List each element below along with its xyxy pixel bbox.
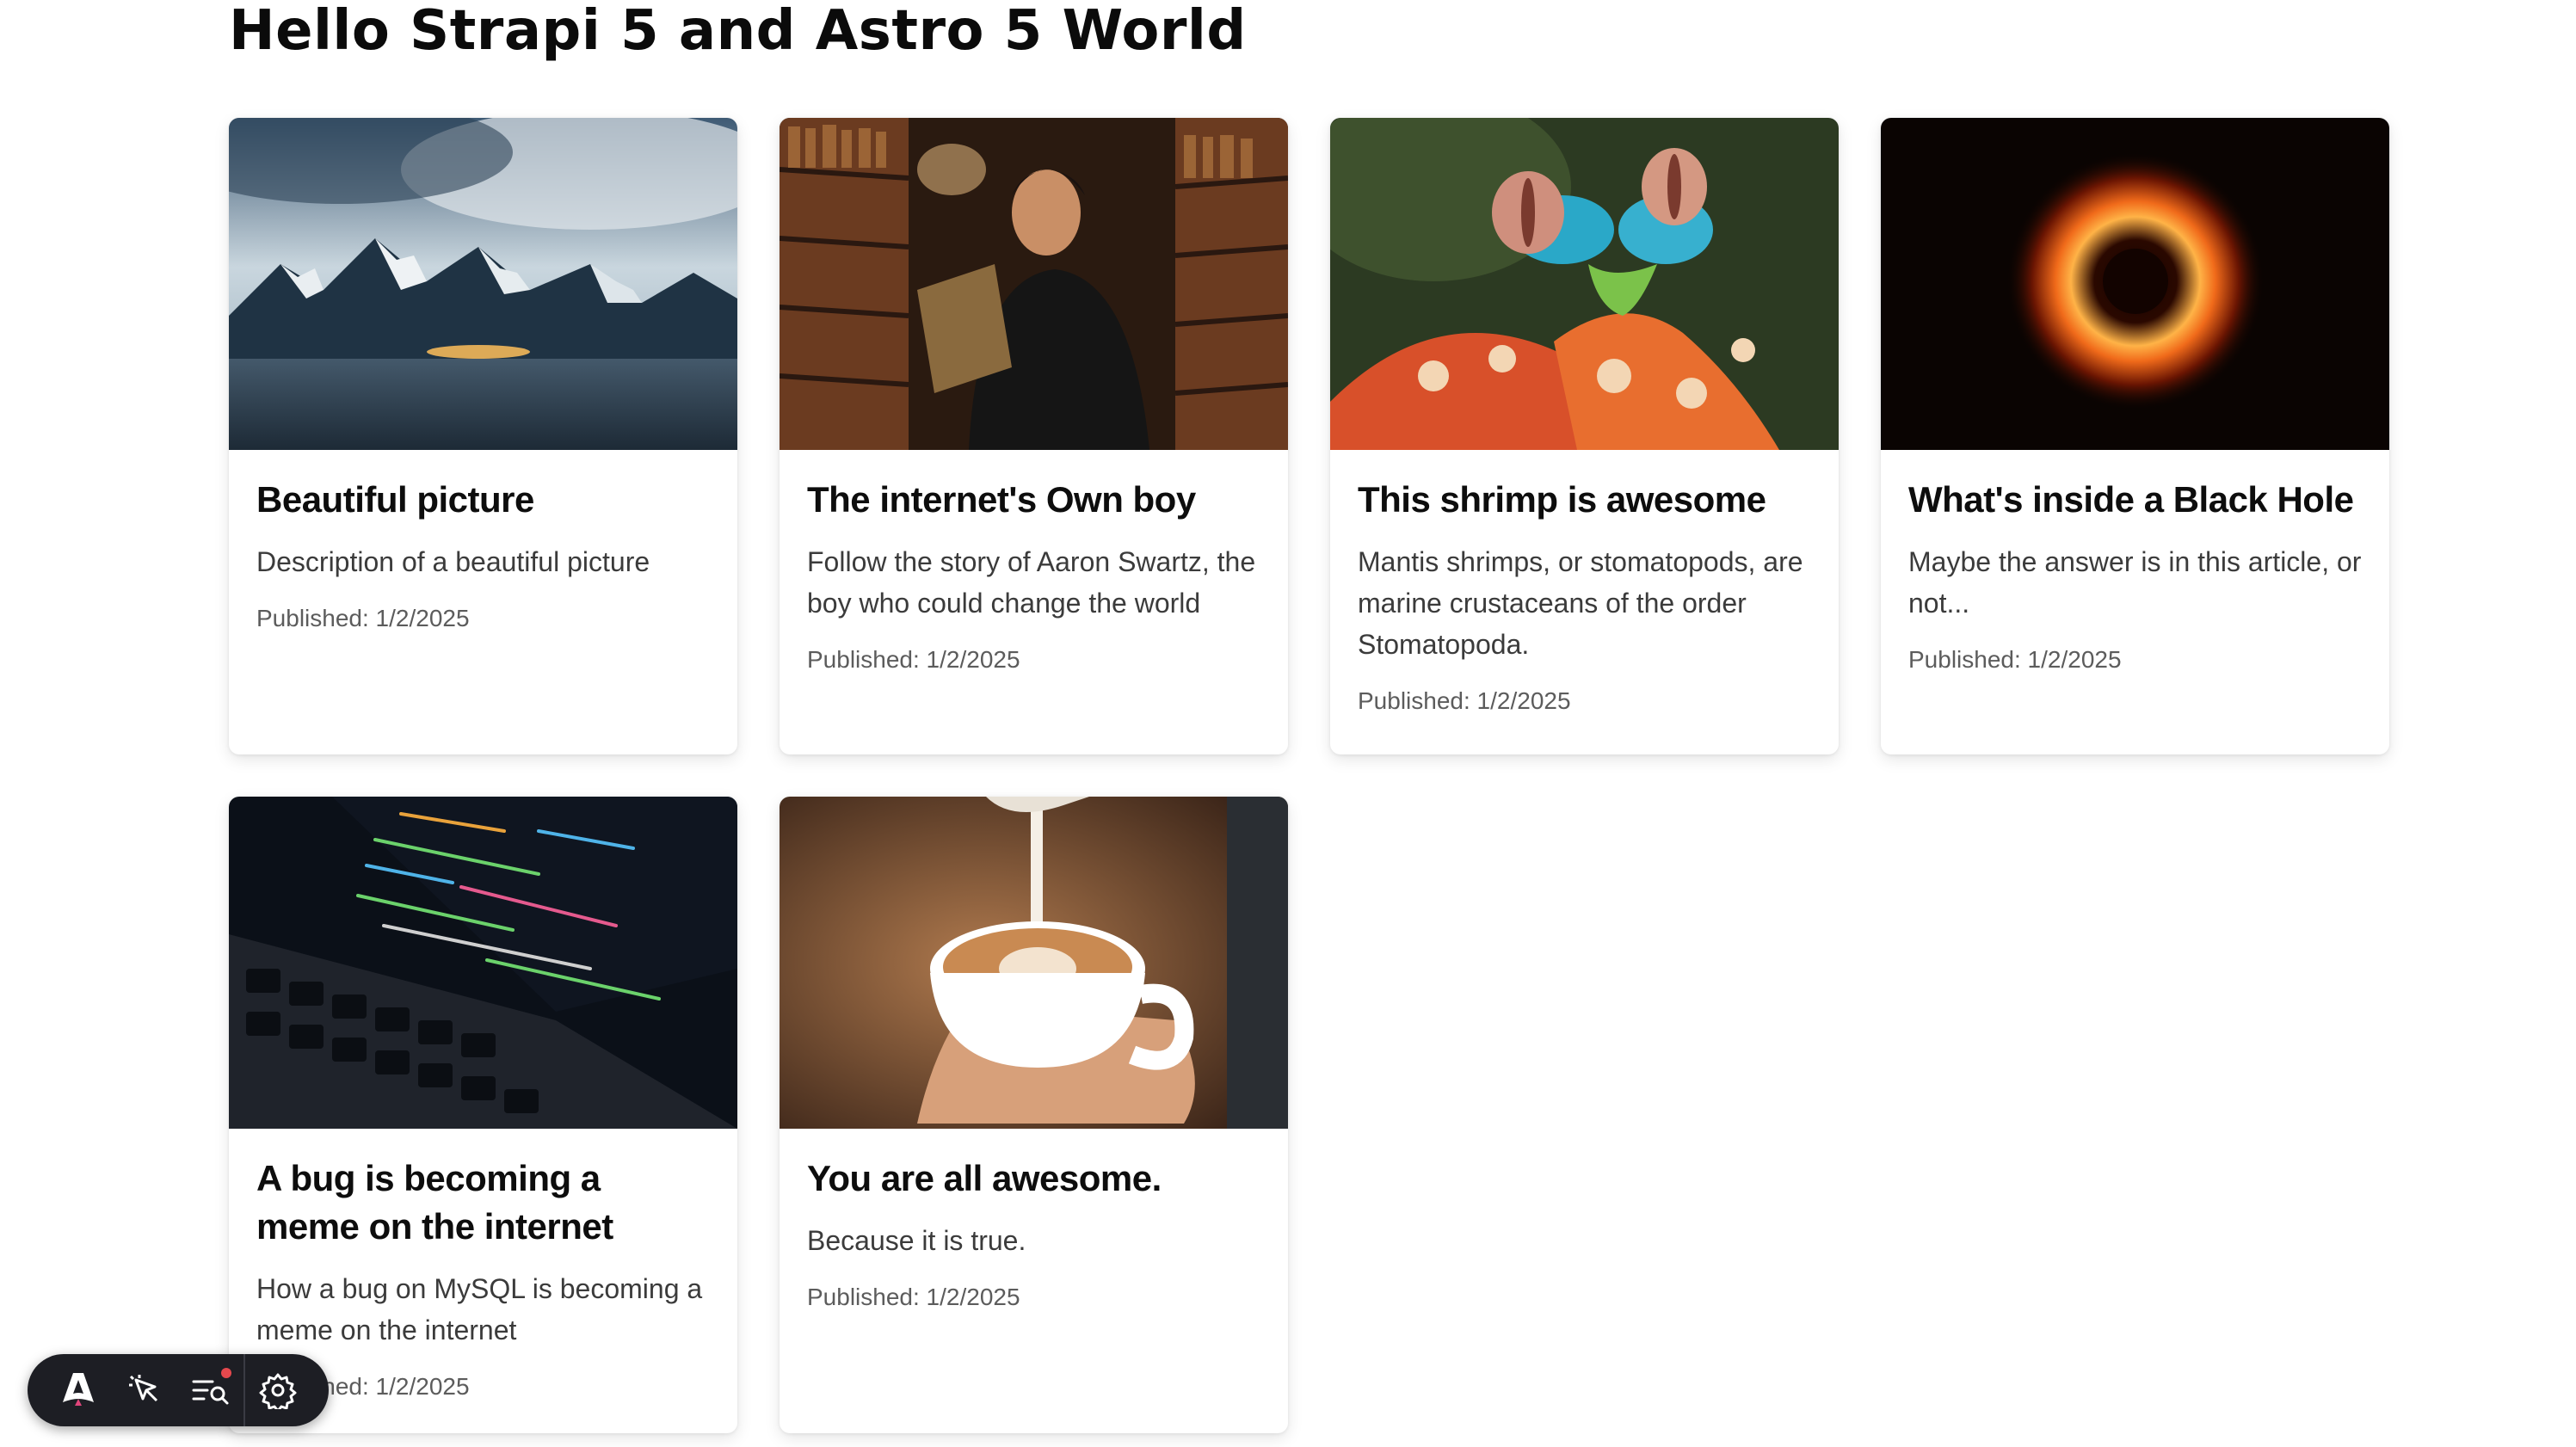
article-card[interactable]: You are all awesome. Because it is true.…	[780, 797, 1288, 1433]
article-image-black-hole	[1881, 118, 2389, 450]
astro-logo-icon[interactable]	[45, 1354, 111, 1426]
article-card[interactable]: A bug is becoming a meme on the internet…	[229, 797, 737, 1433]
article-card[interactable]: This shrimp is awesome Mantis shrimps, o…	[1330, 118, 1839, 754]
article-published-date: Published: 1/2/2025	[807, 646, 1020, 673]
article-image-mountain	[229, 118, 737, 450]
page-title: Hello Strapi 5 and Astro 5 World	[229, 0, 1247, 63]
dev-toolbar	[28, 1354, 329, 1426]
article-description: Maybe the answer is in this article, or …	[1908, 546, 2362, 619]
settings-gear-icon[interactable]	[245, 1354, 311, 1426]
article-published-date: Published: 1/2/2025	[256, 605, 470, 631]
article-title[interactable]: This shrimp is awesome	[1358, 476, 1811, 524]
article-title[interactable]: Beautiful picture	[256, 476, 710, 524]
article-published-date: Published: 1/2/2025	[807, 1284, 1020, 1310]
article-description: Description of a beautiful picture	[256, 546, 650, 577]
article-description: Mantis shrimps, or stomatopods, are mari…	[1358, 546, 1803, 660]
audit-list-icon[interactable]	[177, 1354, 243, 1426]
article-title[interactable]: You are all awesome.	[807, 1155, 1260, 1203]
notification-dot	[221, 1368, 232, 1378]
inspect-cursor-icon[interactable]	[111, 1354, 177, 1426]
article-title[interactable]: The internet's Own boy	[807, 476, 1260, 524]
article-title[interactable]: A bug is becoming a meme on the internet	[256, 1155, 710, 1251]
article-description: Follow the story of Aaron Swartz, the bo…	[807, 546, 1256, 619]
article-card[interactable]: Beautiful picture Description of a beaut…	[229, 118, 737, 754]
article-image-laptop	[229, 797, 737, 1129]
article-published-date: Published: 1/2/2025	[1358, 687, 1571, 714]
article-image-library	[780, 118, 1288, 450]
article-image-latte	[780, 797, 1288, 1129]
article-image-shrimp	[1330, 118, 1839, 450]
article-card[interactable]: The internet's Own boy Follow the story …	[780, 118, 1288, 754]
article-description: Because it is true.	[807, 1225, 1026, 1256]
article-grid: Beautiful picture Description of a beaut…	[229, 118, 2389, 1433]
article-title[interactable]: What's inside a Black Hole	[1908, 476, 2362, 524]
article-published-date: Published: 1/2/2025	[1908, 646, 2122, 673]
article-description: How a bug on MySQL is becoming a meme on…	[256, 1273, 703, 1345]
article-card[interactable]: What's inside a Black Hole Maybe the ans…	[1881, 118, 2389, 754]
